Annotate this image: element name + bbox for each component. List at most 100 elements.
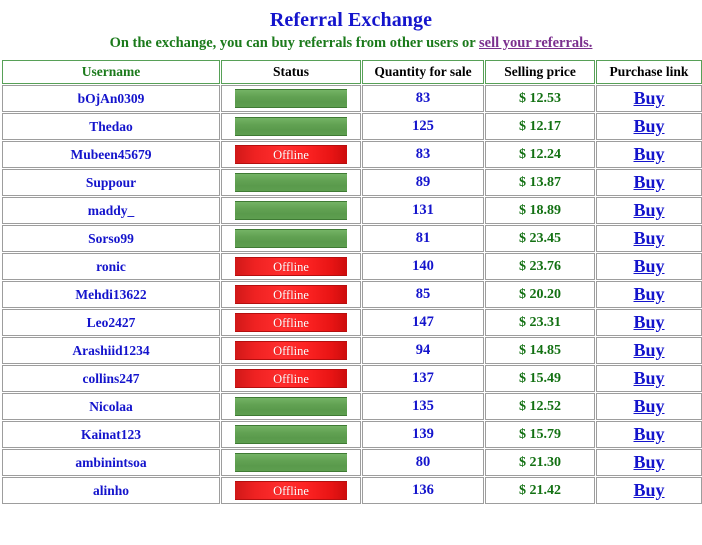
purchase-link-cell: Buy xyxy=(596,337,702,364)
quantity-cell: 83 xyxy=(362,141,484,168)
table-row: alinho Offline 136 $ 21.42 Buy xyxy=(2,477,702,504)
table-header: Username Status Quantity for sale Sellin… xyxy=(2,60,702,84)
username-cell: ambinintsoa xyxy=(2,449,220,476)
quantity-cell: 94 xyxy=(362,337,484,364)
quantity-cell: 131 xyxy=(362,197,484,224)
quantity-cell: 139 xyxy=(362,421,484,448)
username-cell: Arashiid1234 xyxy=(2,337,220,364)
buy-button[interactable]: Buy xyxy=(633,312,664,332)
quantity-cell: 135 xyxy=(362,393,484,420)
referral-listings-table: Username Status Quantity for sale Sellin… xyxy=(1,59,702,505)
selling-price-cell: $ 12.52 xyxy=(485,393,595,420)
purchase-link-cell: Buy xyxy=(596,225,702,252)
username-cell: Nicolaa xyxy=(2,393,220,420)
selling-price-cell: $ 12.53 xyxy=(485,85,595,112)
buy-button[interactable]: Buy xyxy=(633,172,664,192)
table-row: Kainat123 139 $ 15.79 Buy xyxy=(2,421,702,448)
selling-price-cell: $ 20.20 xyxy=(485,281,595,308)
status-bar-offline: Offline xyxy=(235,257,347,276)
purchase-link-cell: Buy xyxy=(596,169,702,196)
table-row: Thedao 125 $ 12.17 Buy xyxy=(2,113,702,140)
status-cell xyxy=(221,225,361,252)
purchase-link-cell: Buy xyxy=(596,85,702,112)
column-header-purchase-link: Purchase link xyxy=(596,60,702,84)
purchase-link-cell: Buy xyxy=(596,309,702,336)
status-bar-online xyxy=(235,89,347,108)
purchase-link-cell: Buy xyxy=(596,253,702,280)
status-cell xyxy=(221,113,361,140)
table-row: Nicolaa 135 $ 12.52 Buy xyxy=(2,393,702,420)
status-cell: Offline xyxy=(221,477,361,504)
buy-button[interactable]: Buy xyxy=(633,480,664,500)
page-subtitle: On the exchange, you can buy referrals f… xyxy=(0,35,702,52)
buy-button[interactable]: Buy xyxy=(633,368,664,388)
username-cell: Sorso99 xyxy=(2,225,220,252)
status-bar-offline: Offline xyxy=(235,145,347,164)
status-cell: Offline xyxy=(221,281,361,308)
column-header-selling-price: Selling price xyxy=(485,60,595,84)
username-cell: bOjAn0309 xyxy=(2,85,220,112)
purchase-link-cell: Buy xyxy=(596,113,702,140)
status-cell xyxy=(221,449,361,476)
status-cell: Offline xyxy=(221,141,361,168)
quantity-cell: 140 xyxy=(362,253,484,280)
status-bar-offline: Offline xyxy=(235,313,347,332)
status-bar-online xyxy=(235,201,347,220)
buy-button[interactable]: Buy xyxy=(633,284,664,304)
table-body: bOjAn0309 83 $ 12.53 Buy Thedao 125 $ 12.17 Buy… xyxy=(2,85,702,504)
username-cell: Mehdi13622 xyxy=(2,281,220,308)
status-cell: Offline xyxy=(221,253,361,280)
status-bar-offline: Offline xyxy=(235,369,347,388)
quantity-cell: 85 xyxy=(362,281,484,308)
quantity-cell: 137 xyxy=(362,365,484,392)
quantity-cell: 89 xyxy=(362,169,484,196)
status-cell xyxy=(221,197,361,224)
purchase-link-cell: Buy xyxy=(596,141,702,168)
username-cell: Thedao xyxy=(2,113,220,140)
selling-price-cell: $ 15.79 xyxy=(485,421,595,448)
selling-price-cell: $ 13.87 xyxy=(485,169,595,196)
quantity-cell: 136 xyxy=(362,477,484,504)
table-header-row: Username Status Quantity for sale Sellin… xyxy=(2,60,702,84)
status-cell xyxy=(221,393,361,420)
username-cell: Kainat123 xyxy=(2,421,220,448)
username-cell: maddy_ xyxy=(2,197,220,224)
username-cell: Suppour xyxy=(2,169,220,196)
status-bar-offline: Offline xyxy=(235,285,347,304)
buy-button[interactable]: Buy xyxy=(633,228,664,248)
buy-button[interactable]: Buy xyxy=(633,424,664,444)
table-row: ambinintsoa 80 $ 21.30 Buy xyxy=(2,449,702,476)
selling-price-cell: $ 21.42 xyxy=(485,477,595,504)
buy-button[interactable]: Buy xyxy=(633,144,664,164)
buy-button[interactable]: Buy xyxy=(633,116,664,136)
selling-price-cell: $ 15.49 xyxy=(485,365,595,392)
buy-button[interactable]: Buy xyxy=(633,200,664,220)
username-cell: alinho xyxy=(2,477,220,504)
buy-button[interactable]: Buy xyxy=(633,256,664,276)
buy-button[interactable]: Buy xyxy=(633,340,664,360)
column-header-status: Status xyxy=(221,60,361,84)
quantity-cell: 147 xyxy=(362,309,484,336)
purchase-link-cell: Buy xyxy=(596,477,702,504)
table-row: Suppour 89 $ 13.87 Buy xyxy=(2,169,702,196)
status-bar-offline: Offline xyxy=(235,481,347,500)
selling-price-cell: $ 14.85 xyxy=(485,337,595,364)
username-cell: Mubeen45679 xyxy=(2,141,220,168)
sell-your-referrals-link[interactable]: sell your referrals. xyxy=(479,35,592,51)
quantity-cell: 80 xyxy=(362,449,484,476)
status-bar-online xyxy=(235,117,347,136)
buy-button[interactable]: Buy xyxy=(633,452,664,472)
purchase-link-cell: Buy xyxy=(596,281,702,308)
table-row: Arashiid1234 Offline 94 $ 14.85 Buy xyxy=(2,337,702,364)
quantity-cell: 81 xyxy=(362,225,484,252)
page-title: Referral Exchange xyxy=(269,9,433,31)
purchase-link-cell: Buy xyxy=(596,365,702,392)
buy-button[interactable]: Buy xyxy=(633,396,664,416)
status-cell: Offline xyxy=(221,309,361,336)
page-subtitle-text: On the exchange, you can buy referrals f… xyxy=(109,35,480,51)
table-row: collins247 Offline 137 $ 15.49 Buy xyxy=(2,365,702,392)
purchase-link-cell: Buy xyxy=(596,197,702,224)
selling-price-cell: $ 23.76 xyxy=(485,253,595,280)
table-row: ronic Offline 140 $ 23.76 Buy xyxy=(2,253,702,280)
buy-button[interactable]: Buy xyxy=(633,88,664,108)
